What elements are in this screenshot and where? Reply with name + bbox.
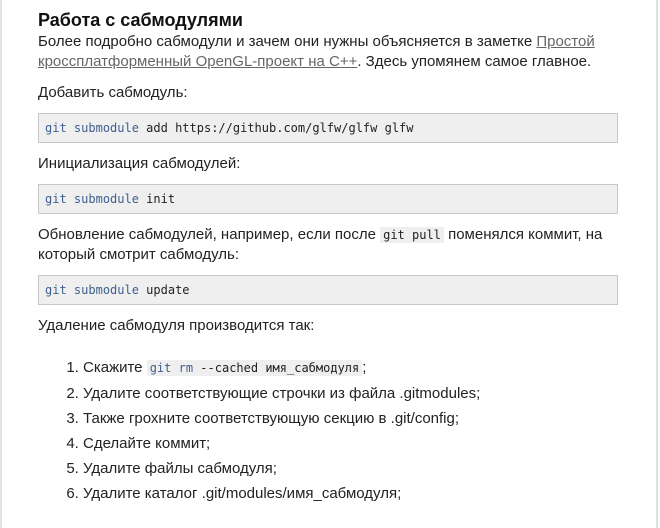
section-heading: Работа с сабмодулями <box>38 10 243 30</box>
scrollbar-track[interactable] <box>656 0 658 528</box>
list-item: Также грохните соответствующую секцию в … <box>83 406 620 431</box>
list-item: Удалите соответствующие строчки из файла… <box>83 381 620 406</box>
list-item: Сделайте коммит; <box>83 431 620 456</box>
intro-paragraph: Более подробно сабмодули и зачем они нуж… <box>38 32 620 72</box>
list-item: Скажите git rm --cached имя_сабмодуля; <box>83 355 620 381</box>
git-pull-inline-code: git pull <box>380 227 444 243</box>
git-rm-inline-code: git rm --cached имя_сабмодуля <box>146 360 363 376</box>
list-item: Удалите файлы сабмодуля; <box>83 456 620 481</box>
update-submodule-code: git submodule update <box>38 275 618 305</box>
code-keyword-git: git <box>45 121 67 135</box>
article-section: Работа с сабмодулями Более подробно сабм… <box>38 8 620 506</box>
add-submodule-code: git submodule add https://github.com/glf… <box>38 113 618 143</box>
code-keyword-git: git <box>45 283 67 297</box>
intro-text-before: Более подробно сабмодули и зачем они нуж… <box>38 33 537 50</box>
code-keyword-submodule: submodule <box>73 121 139 135</box>
left-border <box>0 0 2 528</box>
code-keyword-rm: rm <box>178 361 194 375</box>
step1-text-after: ; <box>362 359 367 376</box>
remove-submodule-label: Удаление сабмодуля производится так: <box>38 317 315 334</box>
code-keyword-git: git <box>149 361 172 375</box>
init-submodule-code: git submodule init <box>38 184 618 214</box>
add-submodule-label: Добавить сабмодуль: <box>38 84 188 101</box>
code-args: add https://github.com/glfw/glfw glfw <box>138 121 414 135</box>
code-args: init <box>138 192 176 206</box>
list-item: Удалите каталог .git/modules/имя_сабмоду… <box>83 481 620 506</box>
intro-text-after: . Здесь упомянем самое главное. <box>357 53 592 70</box>
remove-steps-list: Скажите git rm --cached имя_сабмодуля; У… <box>38 355 620 506</box>
step1-text-before: Скажите <box>83 359 147 376</box>
code-keyword-submodule: submodule <box>73 283 139 297</box>
code-keyword-git: git <box>45 192 67 206</box>
update-submodules-label: Обновление сабмодулей, например, если по… <box>38 225 620 265</box>
code-args: --cached имя_сабмодуля <box>193 361 360 375</box>
update-text-before: Обновление сабмодулей, например, если по… <box>38 226 381 243</box>
init-submodules-label: Инициализация сабмодулей: <box>38 155 241 172</box>
code-args: update <box>138 283 190 297</box>
code-keyword-submodule: submodule <box>73 192 139 206</box>
